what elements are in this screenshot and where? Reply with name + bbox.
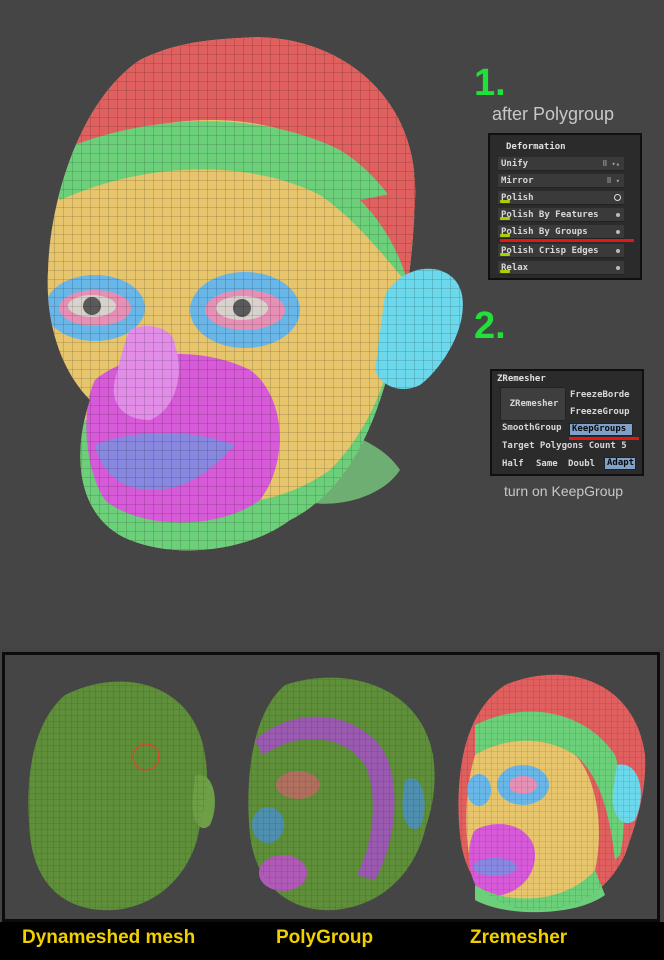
head-comparison-render <box>28 674 646 913</box>
relax-slider[interactable]: Relax <box>498 261 624 275</box>
smooth-groups-slider[interactable]: SmoothGroup <box>502 423 568 433</box>
unify-label: Unify <box>501 159 529 169</box>
comparison-panel <box>2 652 660 922</box>
arrows-icon: ⠿ ▾▴ <box>602 160 620 168</box>
polish-crisp-edges-label: Polish Crisp Edges <box>501 246 599 256</box>
polish-by-features-label: Polish By Features <box>501 210 599 220</box>
slider-fill-icon <box>500 270 510 273</box>
dot-icon <box>616 266 620 270</box>
highlight-underline <box>569 437 639 440</box>
slider-fill-icon <box>500 200 510 203</box>
zremesher-head <box>458 674 646 913</box>
adapt-toggle[interactable]: Adapt <box>604 457 636 470</box>
polish-slider[interactable]: Polish <box>498 191 624 205</box>
double-button[interactable]: Doubl <box>568 459 600 469</box>
slider-fill-icon <box>500 253 510 256</box>
label-dynameshed-mesh: Dynameshed mesh <box>22 927 196 948</box>
step-2-number: 2. <box>474 305 506 347</box>
half-button[interactable]: Half <box>502 459 524 469</box>
label-polygroup: PolyGroup <box>276 927 374 948</box>
slider-fill-icon <box>500 234 510 237</box>
step-1-number: 1. <box>474 62 506 104</box>
dynameshed-head <box>28 681 215 911</box>
mirror-slider[interactable]: Mirror ⠿ ▾ <box>498 174 624 188</box>
freeze-border-toggle[interactable]: FreezeBorde <box>570 390 642 400</box>
zremesher-panel: ZRemesher ZRemesher FreezeBorde FreezeGr… <box>490 369 644 476</box>
label-zremesher: Zremesher <box>470 927 568 948</box>
polish-crisp-edges-slider[interactable]: Polish Crisp Edges <box>498 244 624 258</box>
dot-icon <box>616 249 620 253</box>
target-polygons-count-slider[interactable]: Target Polygons Count 5 <box>502 441 642 451</box>
same-button[interactable]: Same <box>536 459 558 469</box>
slider-fill-icon <box>500 217 510 220</box>
dot-icon <box>616 230 620 234</box>
arrows-icon: ⠿ ▾ <box>606 177 620 185</box>
zremesher-panel-title: ZRemesher <box>497 374 546 384</box>
step-2-caption: turn on KeepGroup <box>504 483 624 499</box>
top-illustration: 1. after Polygroup Deformation Unify ⠿ ▾▴… <box>0 0 664 648</box>
keep-groups-toggle[interactable]: KeepGroups <box>569 423 633 436</box>
freeze-groups-toggle[interactable]: FreezeGroup <box>570 407 642 417</box>
deformation-panel-title: Deformation <box>506 142 566 152</box>
dot-icon <box>616 213 620 217</box>
polygroup-head <box>248 677 435 911</box>
highlight-underline <box>500 239 634 242</box>
polish-by-groups-label: Polish By Groups <box>501 227 588 237</box>
zremeshed-head-render <box>47 37 463 551</box>
bottom-labels-bar: Dynameshed mesh PolyGroup Zremesher <box>0 922 664 960</box>
step-1-caption: after Polygroup <box>492 104 615 124</box>
zremesher-button[interactable]: ZRemesher <box>500 387 566 421</box>
deformation-panel: Deformation Unify ⠿ ▾▴ Mirror ⠿ ▾ Polish P… <box>488 133 642 280</box>
mirror-label: Mirror <box>501 176 534 186</box>
ring-icon <box>614 194 621 201</box>
polish-by-features-slider[interactable]: Polish By Features <box>498 208 624 222</box>
unify-slider[interactable]: Unify ⠿ ▾▴ <box>498 157 624 171</box>
polish-by-groups-slider[interactable]: Polish By Groups <box>498 225 624 239</box>
